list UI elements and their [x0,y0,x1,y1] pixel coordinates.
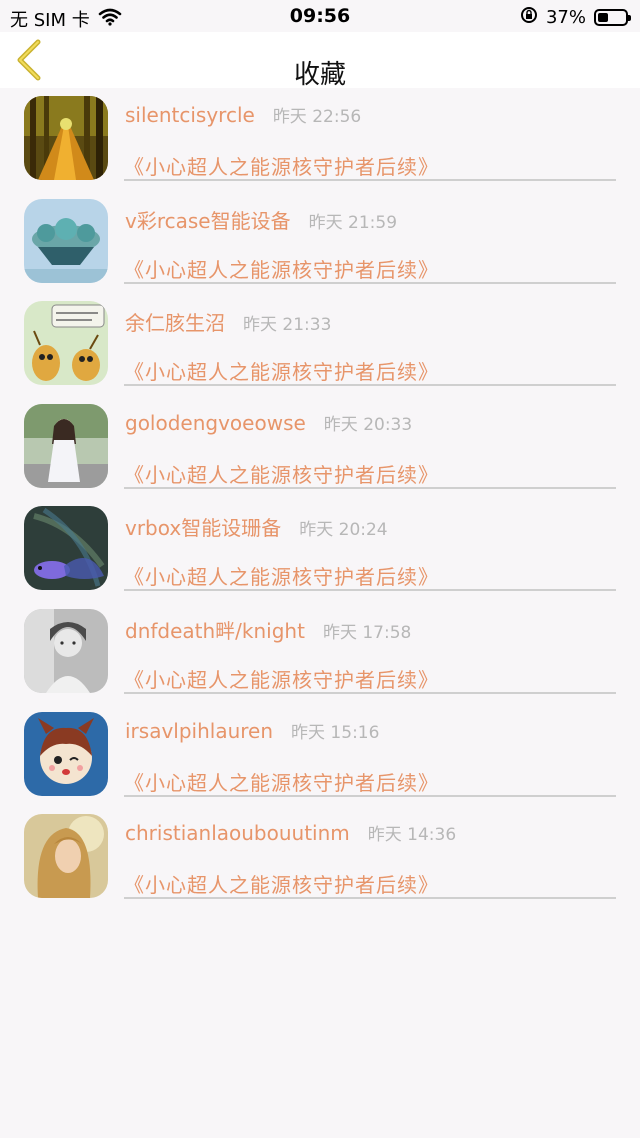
name-line: silentcisyrcle 昨天 22:56 [125,102,361,127]
battery-percent: 37% [545,7,586,28]
bw-portrait-avatar[interactable] [24,608,108,693]
favorite-list-item[interactable]: v彩rcase智能设备 昨天 21:59 《小心超人之能源核守护者后续》 [0,191,640,294]
user-name[interactable]: 余仁胲生沼 [125,307,225,336]
divider [124,486,616,489]
book-title-link[interactable]: 《小心超人之能源核守护者后续》 [124,561,439,590]
cartoon-bugs-avatar[interactable] [24,301,108,386]
name-line: dnfdeath畔/knight 昨天 17:58 [125,615,411,644]
divider [124,384,616,387]
favorite-list-item[interactable]: 余仁胲生沼 昨天 21:33 《小心超人之能源核守护者后续》 [0,293,640,396]
battery-icon [594,9,631,26]
book-title-link[interactable]: 《小心超人之能源核守护者后续》 [124,254,439,283]
user-name[interactable]: silentcisyrcle [125,103,255,127]
floating-island-avatar[interactable] [24,198,108,283]
battery-fill [598,13,608,22]
book-title-link[interactable]: 《小心超人之能源核守护者后续》 [124,869,439,898]
timestamp: 昨天 22:56 [272,107,362,127]
girl-street-avatar[interactable] [24,403,108,488]
book-title-link[interactable]: 《小心超人之能源核守护者后续》 [124,459,439,488]
book-title-link[interactable]: 《小心超人之能源核守护者后续》 [124,151,439,180]
book-title-link[interactable]: 《小心超人之能源核守护者后续》 [124,664,439,693]
user-name[interactable]: golodengvoeowse [125,411,306,435]
favorites-list: silentcisyrcle 昨天 22:56 《小心超人之能源核守护者后续》 v彩r… [0,88,640,909]
orientation-lock-icon [520,6,538,29]
name-line: 余仁胲生沼 昨天 21:33 [125,307,331,336]
divider [124,281,616,284]
favorite-list-item[interactable]: dnfdeath畔/knight 昨天 17:58 《小心超人之能源核守护者后续》 [0,601,640,704]
favorite-list-item[interactable]: silentcisyrcle 昨天 22:56 《小心超人之能源核守护者后续》 [0,88,640,191]
favorite-list-item[interactable]: irsavlpihlauren 昨天 15:16 《小心超人之能源核守护者后续》 [0,704,640,807]
timestamp: 昨天 15:16 [291,722,380,743]
timestamp: 昨天 21:59 [308,212,398,233]
forest-path-avatar[interactable] [24,96,108,180]
timestamp: 昨天 17:58 [322,622,412,643]
user-name[interactable]: christianlaoubouutinm [125,821,350,845]
name-line: golodengvoeowse 昨天 20:33 [125,410,412,435]
favorite-list-item[interactable]: golodengvoeowse 昨天 20:33 《小心超人之能源核守护者后续》 [0,396,640,499]
book-title-link[interactable]: 《小心超人之能源核守护者后续》 [124,356,439,385]
user-name[interactable]: v彩rcase智能设备 [125,205,291,234]
divider [124,794,616,797]
blonde-woman-avatar[interactable] [24,814,108,899]
divider [124,897,616,900]
betta-fish-avatar[interactable] [24,506,108,591]
user-name[interactable]: dnfdeath畔/knight [125,615,305,644]
book-title-link[interactable]: 《小心超人之能源核守护者后续》 [124,767,439,796]
divider [124,179,616,181]
status-right: 37% [520,6,631,29]
favorite-list-item[interactable]: christianlaoubouutinm 昨天 14:36 《小心超人之能源核守护… [0,806,640,909]
timestamp: 昨天 20:24 [299,520,388,541]
status-bar: 无 SIM 卡 09:56 37% [0,0,640,32]
favorite-list-item[interactable]: vrbox智能设珊备 昨天 20:24 《小心超人之能源核守护者后续》 [0,498,640,601]
name-line: christianlaoubouutinm 昨天 14:36 [125,820,456,845]
cartoon-girl-avatar[interactable] [24,711,108,796]
divider [124,589,616,592]
navigation-bar: 收藏 [0,32,640,90]
user-name[interactable]: irsavlpihlauren [125,719,273,743]
user-name[interactable]: vrbox智能设珊备 [125,512,281,541]
timestamp: 昨天 21:33 [243,315,332,336]
name-line: vrbox智能设珊备 昨天 20:24 [125,512,388,541]
page-title: 收藏 [293,60,346,90]
timestamp: 昨天 14:36 [367,825,457,846]
name-line: irsavlpihlauren 昨天 15:16 [125,718,379,743]
timestamp: 昨天 20:33 [323,414,413,435]
name-line: v彩rcase智能设备 昨天 21:59 [125,205,397,234]
divider [124,691,616,694]
